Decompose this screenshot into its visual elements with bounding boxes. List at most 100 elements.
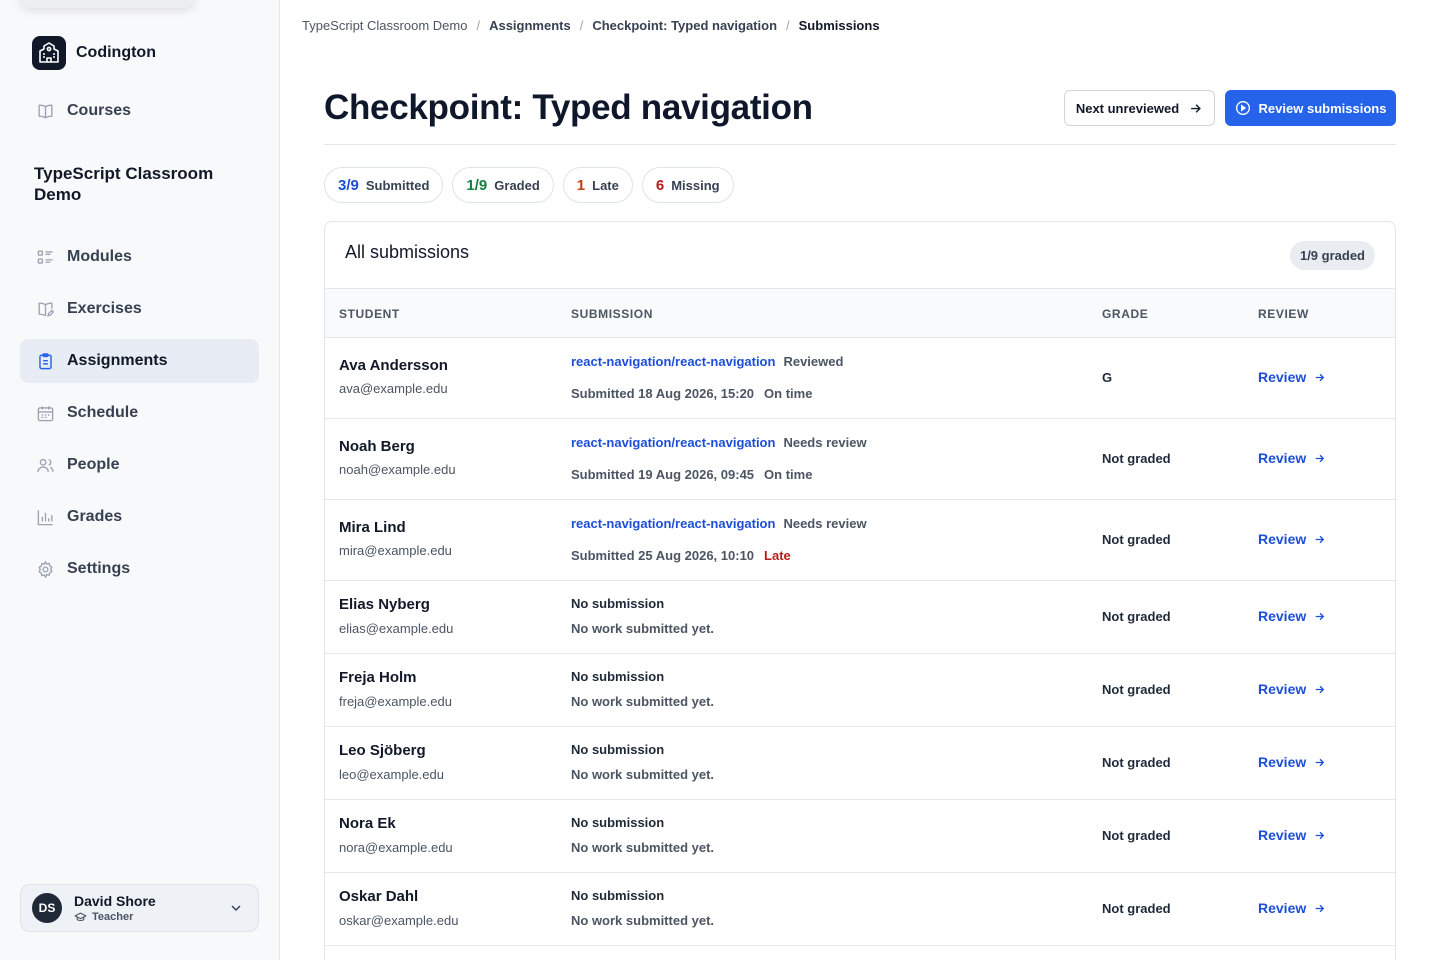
arrow-right-icon bbox=[1315, 612, 1325, 620]
stat-value: 1 bbox=[576, 176, 586, 194]
brand[interactable]: Codington bbox=[32, 36, 156, 70]
sidebar-item-label: Exercises bbox=[67, 300, 142, 317]
card-title: All submissions bbox=[345, 242, 470, 262]
clipboard-icon bbox=[34, 350, 56, 372]
student-email: elias@example.edu bbox=[339, 621, 454, 636]
review-link[interactable]: Review bbox=[1258, 681, 1326, 697]
arrow-right-icon bbox=[1315, 535, 1325, 543]
stat-label: Missing bbox=[671, 177, 720, 193]
book-open-icon bbox=[34, 100, 56, 122]
arrow-right-icon bbox=[1315, 831, 1325, 839]
submitted-at: Submitted 19 Aug 2026, 09:45 bbox=[571, 467, 755, 482]
sidebar: Codington Courses TypeScript Classroom D… bbox=[0, 0, 280, 960]
no-work-text: No work submitted yet. bbox=[571, 621, 715, 636]
student-email: freja@example.edu bbox=[339, 694, 452, 709]
arrow-right-icon bbox=[1315, 454, 1325, 462]
next-unreviewed-button[interactable]: Next unreviewed bbox=[1064, 90, 1215, 126]
submissions-card: All submissions 1/9 graded STUDENT SUBMI… bbox=[324, 221, 1396, 960]
breadcrumb-assignment[interactable]: Checkpoint: Typed navigation bbox=[592, 18, 777, 33]
review-link[interactable]: Review bbox=[1258, 608, 1326, 624]
repository-link[interactable]: react-navigation/react-navigation bbox=[571, 516, 775, 531]
review-label: Review bbox=[1258, 608, 1307, 624]
sidebar-item-assignments[interactable]: Assignments bbox=[20, 339, 259, 383]
timing-status: On time bbox=[764, 467, 813, 482]
grade-value: Not graded bbox=[1102, 901, 1171, 916]
review-link[interactable]: Review bbox=[1258, 531, 1326, 547]
review-label: Review bbox=[1258, 681, 1307, 697]
breadcrumb-separator: / bbox=[476, 18, 481, 33]
repository-link[interactable]: react-navigation/react-navigation bbox=[571, 354, 775, 369]
breadcrumb-assignments[interactable]: Assignments bbox=[489, 18, 571, 33]
table-row: Freja Holm freja@example.edu No submissi… bbox=[325, 654, 1395, 727]
review-link[interactable]: Review bbox=[1258, 369, 1326, 385]
student-name: Noah Berg bbox=[339, 438, 415, 455]
repository-link[interactable]: react-navigation/react-navigation bbox=[571, 435, 775, 450]
student-email: noah@example.edu bbox=[339, 462, 456, 477]
sidebar-item-grades[interactable]: Grades bbox=[20, 495, 259, 539]
review-link[interactable]: Review bbox=[1258, 900, 1326, 916]
review-status: Needs review bbox=[783, 435, 867, 450]
review-link[interactable]: Review bbox=[1258, 827, 1326, 843]
sidebar-item-label: Courses bbox=[67, 102, 132, 119]
book-edit-icon bbox=[34, 298, 56, 320]
review-link[interactable]: Review bbox=[1258, 754, 1326, 770]
sidebar-item-schedule[interactable]: Schedule bbox=[20, 391, 259, 435]
student-name: Elias Nyberg bbox=[339, 596, 430, 613]
arrow-right-icon bbox=[1315, 758, 1325, 766]
grade-value: G bbox=[1102, 370, 1113, 385]
grade-value: Not graded bbox=[1102, 609, 1171, 624]
play-circle-icon bbox=[1235, 101, 1250, 115]
card-header: All submissions 1/9 graded bbox=[325, 222, 1395, 289]
grade-value: Not graded bbox=[1102, 828, 1171, 843]
student-name: Ava Andersson bbox=[339, 357, 448, 374]
sidebar-item-modules[interactable]: Modules bbox=[20, 235, 259, 279]
no-work-text: No work submitted yet. bbox=[571, 767, 715, 782]
user-name: David Shore bbox=[74, 892, 156, 909]
review-status: Reviewed bbox=[783, 354, 844, 369]
table-row: Mira Lind mira@example.edu react-navigat… bbox=[325, 500, 1395, 581]
bar-chart-icon bbox=[34, 506, 56, 528]
avatar: DS bbox=[32, 893, 62, 923]
student-email: mira@example.edu bbox=[339, 543, 452, 558]
user-menu[interactable]: DS David Shore Teacher bbox=[20, 884, 259, 932]
student-email: ava@example.edu bbox=[339, 381, 448, 396]
submitted-at: Submitted 18 Aug 2026, 15:20 bbox=[571, 386, 755, 401]
stat-value: 6 bbox=[655, 176, 665, 194]
next-unreviewed-label: Next unreviewed bbox=[1075, 100, 1180, 116]
sidebar-item-label: Modules bbox=[67, 248, 132, 265]
timing-status: On time bbox=[764, 386, 813, 401]
users-icon bbox=[34, 454, 56, 476]
breadcrumb-separator: / bbox=[579, 18, 584, 33]
no-submission-label: No submission bbox=[571, 596, 665, 611]
table-row: Leo Sjöberg leo@example.edu No submissio… bbox=[325, 727, 1395, 800]
review-label: Review bbox=[1258, 754, 1307, 770]
arrow-right-icon bbox=[1315, 373, 1325, 381]
stat-late: 1 Late bbox=[562, 167, 633, 203]
list-icon bbox=[34, 246, 56, 268]
arrow-right-icon bbox=[1315, 904, 1325, 912]
page-title: Checkpoint: Typed navigation bbox=[324, 88, 813, 127]
table-row: Elias Nyberg elias@example.edu No submis… bbox=[325, 581, 1395, 654]
arrow-right-icon bbox=[1191, 103, 1202, 113]
course-title: TypeScript Classroom Demo bbox=[34, 164, 214, 204]
breadcrumb-course[interactable]: TypeScript Classroom Demo bbox=[302, 18, 467, 33]
student-name: Oskar Dahl bbox=[339, 888, 419, 905]
sidebar-item-courses[interactable]: Courses bbox=[20, 89, 259, 133]
review-label: Review bbox=[1258, 827, 1307, 843]
gear-icon bbox=[34, 558, 56, 580]
student-name: Nora Ek bbox=[339, 815, 396, 832]
grade-value: Not graded bbox=[1102, 532, 1171, 547]
sidebar-popover-edge bbox=[20, 0, 195, 8]
review-submissions-button[interactable]: Review submissions bbox=[1225, 90, 1396, 126]
sidebar-item-label: Assignments bbox=[67, 352, 168, 369]
no-submission-label: No submission bbox=[571, 815, 665, 830]
review-label: Review bbox=[1258, 369, 1307, 385]
sidebar-item-people[interactable]: People bbox=[20, 443, 259, 487]
review-link[interactable]: Review bbox=[1258, 450, 1326, 466]
no-submission-label: No submission bbox=[571, 742, 665, 757]
student-email: leo@example.edu bbox=[339, 767, 444, 782]
graded-badge: 1/9 graded bbox=[1289, 241, 1375, 270]
sidebar-item-settings[interactable]: Settings bbox=[20, 547, 259, 591]
sidebar-item-exercises[interactable]: Exercises bbox=[20, 287, 259, 331]
no-submission-label: No submission bbox=[571, 888, 665, 903]
